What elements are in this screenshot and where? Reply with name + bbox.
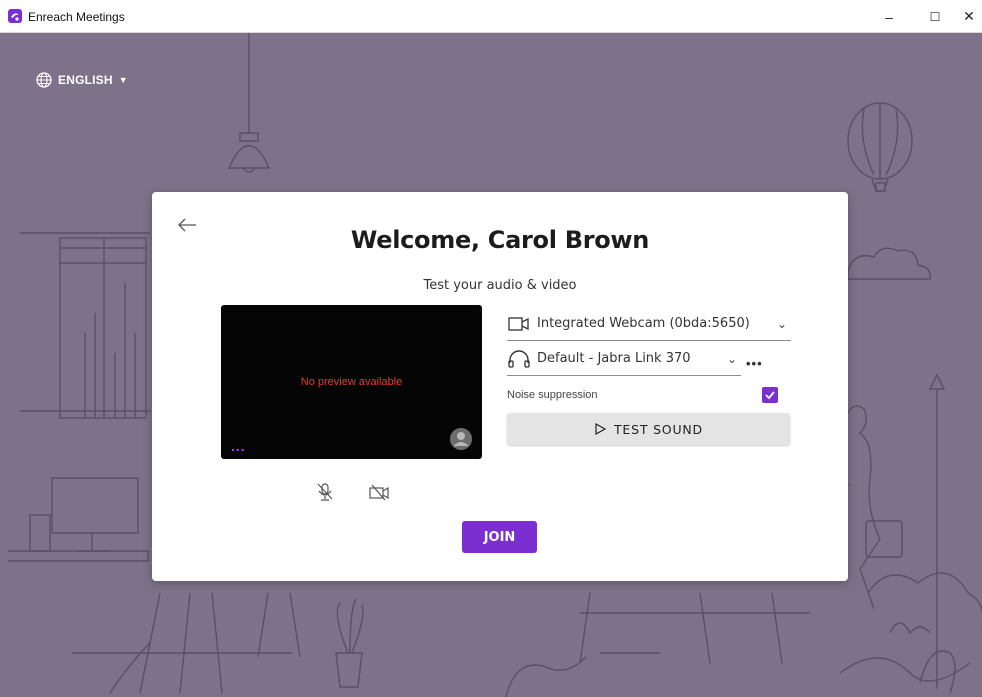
audio-options-button[interactable]: ••• [746, 356, 763, 371]
headphones-icon [508, 349, 530, 368]
video-preview: No preview available ... [221, 305, 482, 459]
page-title: Welcome, Carol Brown [350, 226, 650, 254]
play-icon [595, 423, 606, 435]
chevron-down-icon: ⌄ [727, 351, 738, 366]
camera-select-value: Integrated Webcam (0bda:5650) [537, 316, 750, 331]
chevron-down-icon: ⌄ [777, 316, 788, 331]
window-title: Enreach Meetings [28, 10, 125, 24]
camera-icon [508, 316, 529, 331]
avatar-icon [450, 428, 472, 450]
noise-suppression-checkbox[interactable] [762, 387, 778, 403]
test-sound-button[interactable]: TEST SOUND [507, 413, 790, 445]
app-logo-icon [8, 9, 22, 23]
mic-off-icon[interactable] [314, 482, 336, 502]
title-bar: Enreach Meetings – ☐ ✕ [0, 0, 982, 33]
subtitle: Test your audio & video [423, 278, 577, 293]
audio-select[interactable]: Default - Jabra Link 370 ⌄ [507, 342, 741, 376]
minimize-button[interactable]: – [866, 0, 912, 33]
close-button[interactable]: ✕ [946, 0, 982, 33]
globe-icon [36, 72, 52, 88]
chevron-down-icon: ▼ [118, 75, 128, 85]
check-icon [765, 391, 775, 400]
audio-select-value: Default - Jabra Link 370 [537, 351, 691, 366]
test-sound-label: TEST SOUND [614, 421, 703, 437]
language-selector[interactable]: ENGLISH ▼ [36, 72, 128, 88]
preview-options-button[interactable]: ... [231, 439, 246, 453]
noise-suppression-label: Noise suppression [507, 389, 598, 401]
language-label: ENGLISH [58, 73, 113, 87]
camera-off-icon[interactable] [368, 482, 390, 502]
welcome-card: Welcome, Carol Brown Test your audio & v… [152, 192, 848, 581]
camera-select[interactable]: Integrated Webcam (0bda:5650) ⌄ [507, 307, 791, 341]
no-preview-message: No preview available [300, 376, 403, 388]
join-button[interactable]: JOIN [462, 521, 537, 553]
